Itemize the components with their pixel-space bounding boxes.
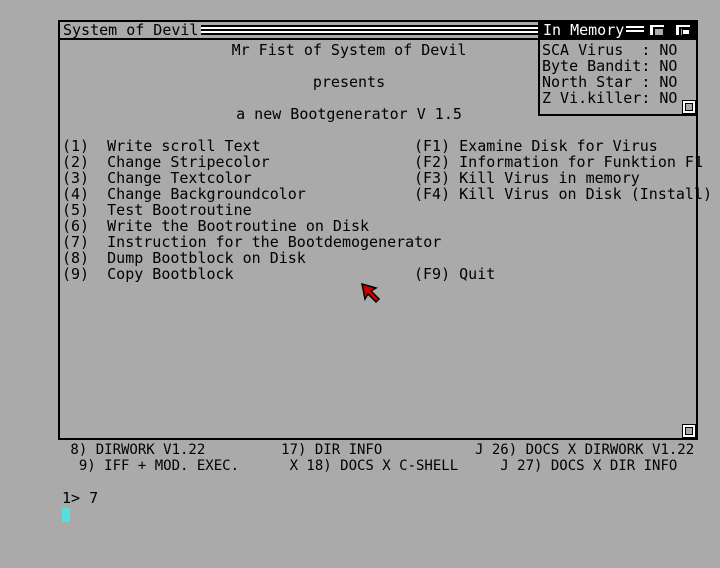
- memory-row: North Star : NO: [542, 74, 677, 90]
- shell-prompt[interactable]: 1> 7: [62, 490, 98, 506]
- menu-item-5[interactable]: (5) Test Bootroutine: [62, 202, 252, 218]
- window-title: System of Devil: [62, 22, 202, 38]
- depth-gadget-front: [682, 29, 690, 35]
- menu-item-9[interactable]: (9) Copy Bootblock: [62, 266, 234, 282]
- menu-item-f1[interactable]: (F1) Examine Disk for Virus: [414, 138, 658, 154]
- menu-label: Copy Bootblock: [107, 265, 234, 283]
- menu-label: Kill Virus on Disk (Install): [459, 185, 713, 203]
- memory-row: SCA Virus : NO: [542, 42, 677, 58]
- menu-item-f2[interactable]: (F2) Information for Funktion F1: [414, 154, 703, 170]
- memory-window-title: In Memory: [543, 21, 625, 39]
- close-gadget-inner: [653, 27, 665, 37]
- menu-item-7[interactable]: (7) Instruction for the Bootdemogenerato…: [62, 234, 441, 250]
- memory-sizer-icon[interactable]: [682, 100, 696, 114]
- virus-name: Z Vi.killer: [542, 89, 642, 107]
- menu-item-quit[interactable]: (F9) Quit: [414, 266, 495, 282]
- menu-item-6[interactable]: (6) Write the Bootroutine on Disk: [62, 218, 369, 234]
- memory-title-bar[interactable]: In Memory: [540, 22, 696, 40]
- menu-item-f4[interactable]: (F4) Kill Virus on Disk (Install): [414, 186, 712, 202]
- title-bar-drag-stripes[interactable]: [188, 25, 544, 35]
- menu-item-2[interactable]: (2) Change Stripecolor: [62, 154, 270, 170]
- menu-item-3[interactable]: (3) Change Textcolor: [62, 170, 252, 186]
- window-sizer-icon[interactable]: [682, 424, 696, 438]
- menu-item-4[interactable]: (4) Change Backgroundcolor: [62, 186, 306, 202]
- depth-gadget-icon[interactable]: [674, 23, 692, 37]
- menu-key: (9): [62, 265, 90, 283]
- menu-label: Quit: [459, 265, 496, 283]
- menu-key: (F4): [414, 185, 451, 203]
- memory-row: Byte Bandit: NO: [542, 58, 677, 74]
- mouse-pointer-icon: [361, 282, 381, 304]
- shell-line-2: 9) IFF + MOD. EXEC. X 18) DOCS X C-SHELL…: [62, 458, 678, 474]
- menu-item-f3[interactable]: (F3) Kill Virus in memory: [414, 170, 640, 186]
- virus-status: : NO: [641, 89, 678, 107]
- menu-item-1[interactable]: (1) Write scroll Text: [62, 138, 261, 154]
- memory-title-stripes: [626, 26, 644, 34]
- memory-row: Z Vi.killer: NO: [542, 90, 677, 106]
- menu-key: (F9): [414, 265, 451, 283]
- close-gadget-icon[interactable]: [648, 23, 666, 37]
- shell-line-1: 8) DIRWORK V1.22 17) DIR INFO J 26) DOCS…: [62, 442, 695, 458]
- text-cursor: [62, 508, 70, 522]
- menu-item-8[interactable]: (8) Dump Bootblock on Disk: [62, 250, 306, 266]
